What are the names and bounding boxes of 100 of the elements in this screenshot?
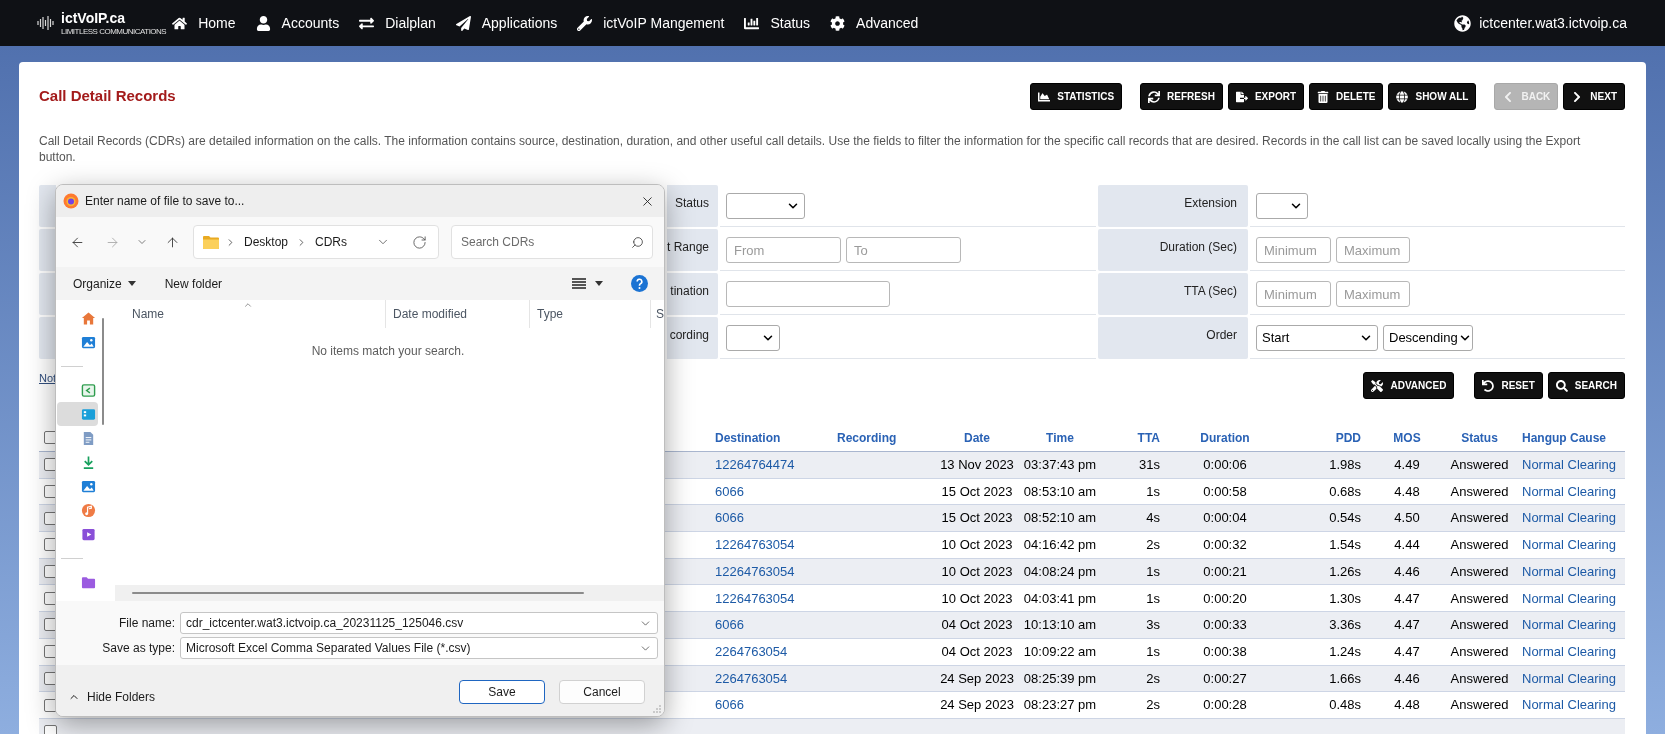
picture-icon (81, 334, 96, 350)
column-header[interactable]: Date (964, 428, 990, 447)
reset-button[interactable]: RESET (1474, 372, 1543, 399)
search-button[interactable]: SEARCH (1547, 372, 1625, 399)
file-type-dropdown[interactable]: Microsoft Excel Comma Separated Values File (*.csv) (180, 637, 658, 659)
filter-label: TTA (Sec) (1098, 273, 1248, 315)
dropdown[interactable]: Start (1256, 325, 1378, 351)
text-input[interactable]: Minimum (1256, 281, 1331, 307)
destination-number-link[interactable]: 12264763054 (715, 535, 795, 555)
text-input[interactable]: Maximum (1336, 281, 1410, 307)
destination-number-link[interactable]: 6066 (715, 615, 744, 635)
column-header[interactable]: MOS (1393, 428, 1421, 447)
statistics-button[interactable]: STATISTICS (1030, 83, 1123, 110)
advanced-button[interactable]: ADVANCED (1363, 372, 1455, 399)
hangup-cause-link[interactable]: Normal Clearing (1522, 641, 1616, 662)
tta-value: 3s (1146, 616, 1160, 635)
call-status: Answered (1450, 456, 1509, 475)
call-date: 15 Oct 2023 (941, 482, 1013, 501)
destination-number-link[interactable]: 6066 (715, 695, 744, 715)
nav-link[interactable]: Status (744, 12, 811, 34)
file-name-field[interactable]: cdr_ictcenter.wat3.ictvoip.ca_20231125_125046.csv (180, 612, 658, 634)
column-header[interactable]: S (651, 300, 664, 328)
column-header[interactable]: Date modified (386, 300, 530, 328)
search-icon (1555, 379, 1568, 392)
refresh-icon[interactable] (412, 234, 427, 250)
hangup-cause-link[interactable]: Normal Clearing (1522, 508, 1616, 528)
show-all-button[interactable]: SHOW ALL (1388, 83, 1477, 110)
destination-number-link[interactable]: 12264763054 (715, 588, 795, 609)
export-button[interactable]: EXPORT (1227, 83, 1304, 110)
nav-link[interactable]: Home (172, 12, 236, 34)
destination-number-link[interactable]: 12264764474 (715, 455, 795, 475)
caret-down-icon (595, 281, 603, 286)
address-bar[interactable]: Desktop CDRs (193, 225, 439, 259)
cancel-button[interactable]: Cancel (559, 680, 645, 704)
column-header[interactable]: Hangup Cause (1522, 428, 1606, 447)
breadcrumb-item[interactable]: CDRs (315, 233, 348, 251)
note-link[interactable]: Not (39, 372, 57, 384)
text-input[interactable]: From (726, 237, 841, 263)
destination-number-link[interactable]: 2264763054 (715, 641, 788, 662)
destination-number-link[interactable]: 12264763054 (715, 561, 795, 582)
text-input[interactable]: To (846, 237, 961, 263)
text-input[interactable]: Maximum (1336, 237, 1410, 263)
filter-label: t Range (667, 229, 718, 271)
help-icon[interactable] (631, 275, 648, 292)
column-header[interactable]: Status (1461, 428, 1498, 447)
mos-value: 4.47 (1394, 616, 1420, 635)
text-input[interactable]: Minimum (1256, 237, 1331, 263)
hangup-cause-link[interactable]: Normal Clearing (1522, 615, 1616, 635)
hangup-cause-link[interactable]: Normal Clearing (1522, 481, 1616, 502)
next-button[interactable]: NEXT (1563, 83, 1625, 110)
hangup-cause-link[interactable]: Normal Clearing (1522, 695, 1616, 715)
hangup-cause-link[interactable]: Normal Clearing (1522, 535, 1616, 555)
hangup-cause-link[interactable]: Normal Clearing (1522, 455, 1616, 475)
nav-link[interactable]: Dialplan (359, 12, 436, 34)
column-header[interactable]: Recording (837, 428, 897, 447)
column-header[interactable]: Destination (715, 428, 781, 447)
refresh-button[interactable]: REFRESH (1140, 83, 1223, 110)
text-input[interactable] (726, 281, 890, 307)
nav-link[interactable]: ictVoIP Mangement (577, 12, 725, 34)
nav-link[interactable]: Applications (455, 12, 558, 34)
save-button[interactable]: Save (459, 680, 545, 704)
dropdown[interactable] (726, 193, 805, 219)
pdd-value: 3.36s (1329, 616, 1361, 635)
hangup-cause-link[interactable]: Normal Clearing (1522, 668, 1616, 689)
call-status: Answered (1450, 536, 1509, 555)
scrollbar-thumb[interactable] (132, 592, 584, 594)
duration-value: 0:00:20 (1203, 589, 1247, 608)
delete-button[interactable]: DELETE (1309, 83, 1384, 110)
destination-number-link[interactable]: 2264763054 (715, 668, 788, 689)
sort-caret-icon (243, 300, 253, 310)
column-header[interactable]: Time (1046, 428, 1074, 447)
hangup-cause-link[interactable]: Normal Clearing (1522, 561, 1616, 582)
column-header[interactable]: PDD (1335, 428, 1361, 447)
call-date: 10 Oct 2023 (941, 536, 1013, 555)
hangup-cause-link[interactable]: Normal Clearing (1522, 588, 1616, 609)
destination-number-link[interactable]: 6066 (715, 508, 744, 528)
organize-button[interactable]: Organize (73, 274, 136, 293)
column-header[interactable]: TTA (1137, 428, 1160, 447)
new-folder-button[interactable]: New folder (164, 274, 223, 293)
nav-link[interactable]: Accounts (255, 12, 340, 34)
dropdown[interactable] (1256, 193, 1308, 219)
nav-link[interactable]: Advanced (830, 12, 919, 34)
vertical-scrollbar[interactable] (102, 318, 104, 425)
nav-pane-item[interactable] (57, 402, 98, 426)
download-icon (81, 454, 96, 470)
view-button[interactable] (572, 278, 603, 289)
resize-grip-icon[interactable] (653, 705, 661, 713)
dropdown[interactable] (726, 325, 780, 351)
filter-label: Extension (1098, 185, 1248, 227)
search-field[interactable]: Search CDRs (451, 225, 653, 259)
column-header[interactable]: Type (530, 300, 651, 328)
column-header[interactable]: Duration (1200, 428, 1250, 447)
call-time: 04:03:41 pm (1023, 589, 1097, 608)
dropdown[interactable]: Descending (1383, 325, 1473, 351)
breadcrumb-item[interactable]: Desktop (244, 233, 289, 251)
mos-value: 4.46 (1394, 669, 1420, 688)
duration-value: 0:00:21 (1203, 562, 1247, 581)
column-header[interactable]: Name (111, 300, 386, 328)
tta-value: 1s (1146, 562, 1160, 581)
destination-number-link[interactable]: 6066 (715, 481, 744, 502)
